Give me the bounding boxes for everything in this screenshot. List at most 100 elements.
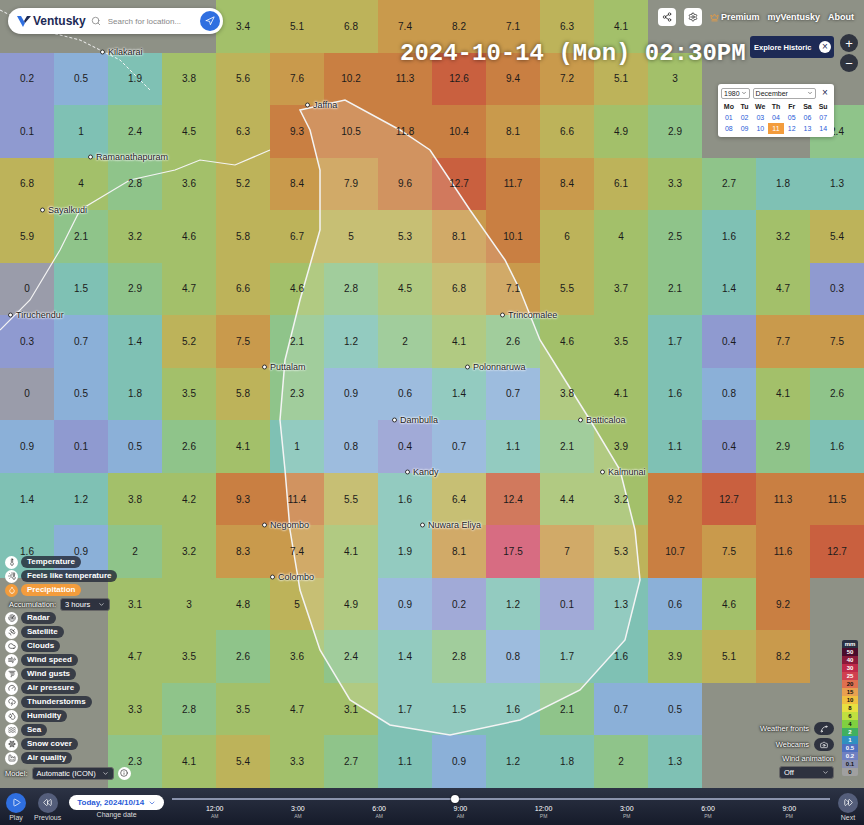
ventusky-page: 3.45.16.87.48.27.16.34.10.20.51.93.85.67… — [0, 0, 864, 825]
legend-step: 4 — [842, 720, 858, 728]
timeline-track[interactable] — [172, 795, 830, 803]
calendar-day[interactable]: 04 — [768, 112, 784, 123]
calendar-day[interactable]: 12 — [784, 123, 800, 134]
time-tick[interactable]: 3:00PM — [620, 805, 634, 819]
calendar-day[interactable]: 07 — [815, 112, 831, 123]
city-label[interactable]: Kilakarai — [100, 47, 143, 58]
calendar-day[interactable]: 03 — [752, 112, 768, 123]
city-label[interactable]: Nuwara Eliya — [420, 520, 481, 531]
city-dot-icon — [405, 470, 410, 475]
month-select[interactable]: December — [753, 88, 816, 99]
city-label[interactable]: Ramanathapuram — [88, 152, 168, 163]
settings-button[interactable] — [684, 8, 702, 26]
city-label[interactable]: Kalmunai — [600, 467, 646, 478]
layer-item[interactable]: Precipitation — [5, 583, 131, 597]
layer-item[interactable]: Wind gusts — [5, 667, 131, 681]
time-tick[interactable]: 12:00AM — [206, 805, 224, 819]
layer-item[interactable]: Radar — [5, 611, 131, 625]
chevron-icon — [807, 90, 813, 96]
precip-value: 9.3 — [270, 105, 324, 158]
precip-value: 2.1 — [270, 315, 324, 368]
popup-close-button[interactable]: × — [819, 41, 831, 53]
calendar-day[interactable]: 05 — [784, 112, 800, 123]
precip-value: 2.8 — [108, 158, 162, 211]
layer-item[interactable]: Air pressure — [5, 681, 131, 695]
calendar-day[interactable]: 10 — [752, 123, 768, 134]
layer-icon — [8, 684, 16, 692]
layer-item[interactable]: Clouds — [5, 639, 131, 653]
nav-link[interactable]: About — [828, 12, 854, 22]
zoom-button[interactable]: + — [840, 34, 858, 52]
precip-value: 4.4 — [540, 473, 594, 526]
layer-item[interactable]: Wind speed — [5, 653, 131, 667]
city-label[interactable]: Tiruchendur — [8, 310, 64, 321]
calendar-close-button[interactable]: × — [819, 87, 831, 99]
precip-value: 1.1 — [378, 735, 432, 788]
time-tick[interactable]: 12:00PM — [535, 805, 553, 819]
precip-value: 1.2 — [324, 315, 378, 368]
city-label[interactable]: Jaffna — [305, 100, 337, 111]
layer-item[interactable]: Feels like temperature — [5, 569, 131, 583]
locate-button[interactable] — [200, 11, 220, 31]
city-label[interactable]: Batticaloa — [578, 415, 626, 426]
precip-value: 1.7 — [378, 683, 432, 736]
year-select[interactable]: 1980 — [721, 88, 750, 99]
legend-step: 30 — [842, 664, 858, 672]
city-label[interactable]: Sayalkudi — [40, 205, 87, 216]
calendar-day[interactable]: 09 — [737, 123, 753, 134]
next-control[interactable]: Next — [838, 793, 858, 821]
city-label[interactable]: Puttalam — [262, 362, 306, 373]
calendar-day[interactable]: 08 — [721, 123, 737, 134]
wind-animation-select[interactable]: Off — [779, 766, 834, 779]
time-tick[interactable]: 9:00PM — [782, 805, 796, 819]
layer-item[interactable]: Temperature — [5, 555, 131, 569]
precip-value: 3.8 — [162, 53, 216, 106]
time-tick[interactable]: 3:00AM — [291, 805, 305, 819]
calendar-day[interactable]: 13 — [800, 123, 816, 134]
city-label[interactable]: Kandy — [405, 467, 439, 478]
layer-item[interactable]: Thunderstorms — [5, 695, 131, 709]
city-label[interactable]: Dambulla — [392, 415, 438, 426]
map-controls: Weather frontsWebcamsWind animationOff — [760, 722, 834, 779]
nav-link[interactable]: myVentusky — [767, 12, 820, 22]
layer-item[interactable]: Satellite — [5, 625, 131, 639]
timeline-knob[interactable] — [451, 795, 459, 803]
model-select[interactable]: Automatic (ICON) — [32, 767, 114, 780]
city-dot-icon — [392, 418, 397, 423]
logo[interactable]: Ventusky — [16, 14, 86, 28]
precip-value: 17.5 — [486, 525, 540, 578]
weather-fronts-toggle[interactable]: Weather fronts — [760, 722, 834, 735]
accumulation-select[interactable]: 3 hours — [60, 598, 110, 611]
search-input[interactable] — [106, 16, 195, 27]
calendar-day[interactable]: 14 — [815, 123, 831, 134]
city-label[interactable]: Colombo — [270, 572, 314, 583]
previous-control[interactable]: Previous — [34, 793, 61, 821]
time-tick[interactable]: 6:00AM — [372, 805, 386, 819]
model-info-button[interactable] — [118, 767, 131, 780]
layer-item[interactable]: Humidity — [5, 709, 131, 723]
zoom-button[interactable]: − — [840, 54, 858, 72]
calendar-day[interactable]: 01 — [721, 112, 737, 123]
webcams-toggle[interactable]: Webcams — [776, 738, 834, 751]
layer-item[interactable]: Snow cover — [5, 737, 131, 751]
date-select[interactable]: Today, 2024/10/14 — [69, 795, 164, 810]
time-tick[interactable]: 6:00PM — [701, 805, 715, 819]
precip-value: 7.1 — [486, 263, 540, 316]
time-tick[interactable]: 9:00AM — [454, 805, 468, 819]
weekday-header: Sa — [800, 101, 816, 112]
precip-value: 11.8 — [378, 105, 432, 158]
precip-value: 11.6 — [756, 525, 810, 578]
calendar-day[interactable]: 11 — [768, 123, 784, 134]
share-button[interactable] — [658, 8, 676, 26]
precip-value: 12.7 — [702, 473, 756, 526]
city-label[interactable]: Negombo — [262, 520, 309, 531]
play-control[interactable]: Play — [6, 793, 26, 821]
layer-item[interactable]: Air quality — [5, 751, 131, 765]
city-label[interactable]: Trincomalee — [500, 310, 557, 321]
calendar-day[interactable]: 02 — [737, 112, 753, 123]
city-label[interactable]: Polonnaruwa — [465, 362, 526, 373]
calendar-day[interactable]: 06 — [800, 112, 816, 123]
precip-value: 6.1 — [594, 158, 648, 211]
layer-item[interactable]: Sea — [5, 723, 131, 737]
nav-link[interactable]: Premium — [710, 12, 760, 22]
